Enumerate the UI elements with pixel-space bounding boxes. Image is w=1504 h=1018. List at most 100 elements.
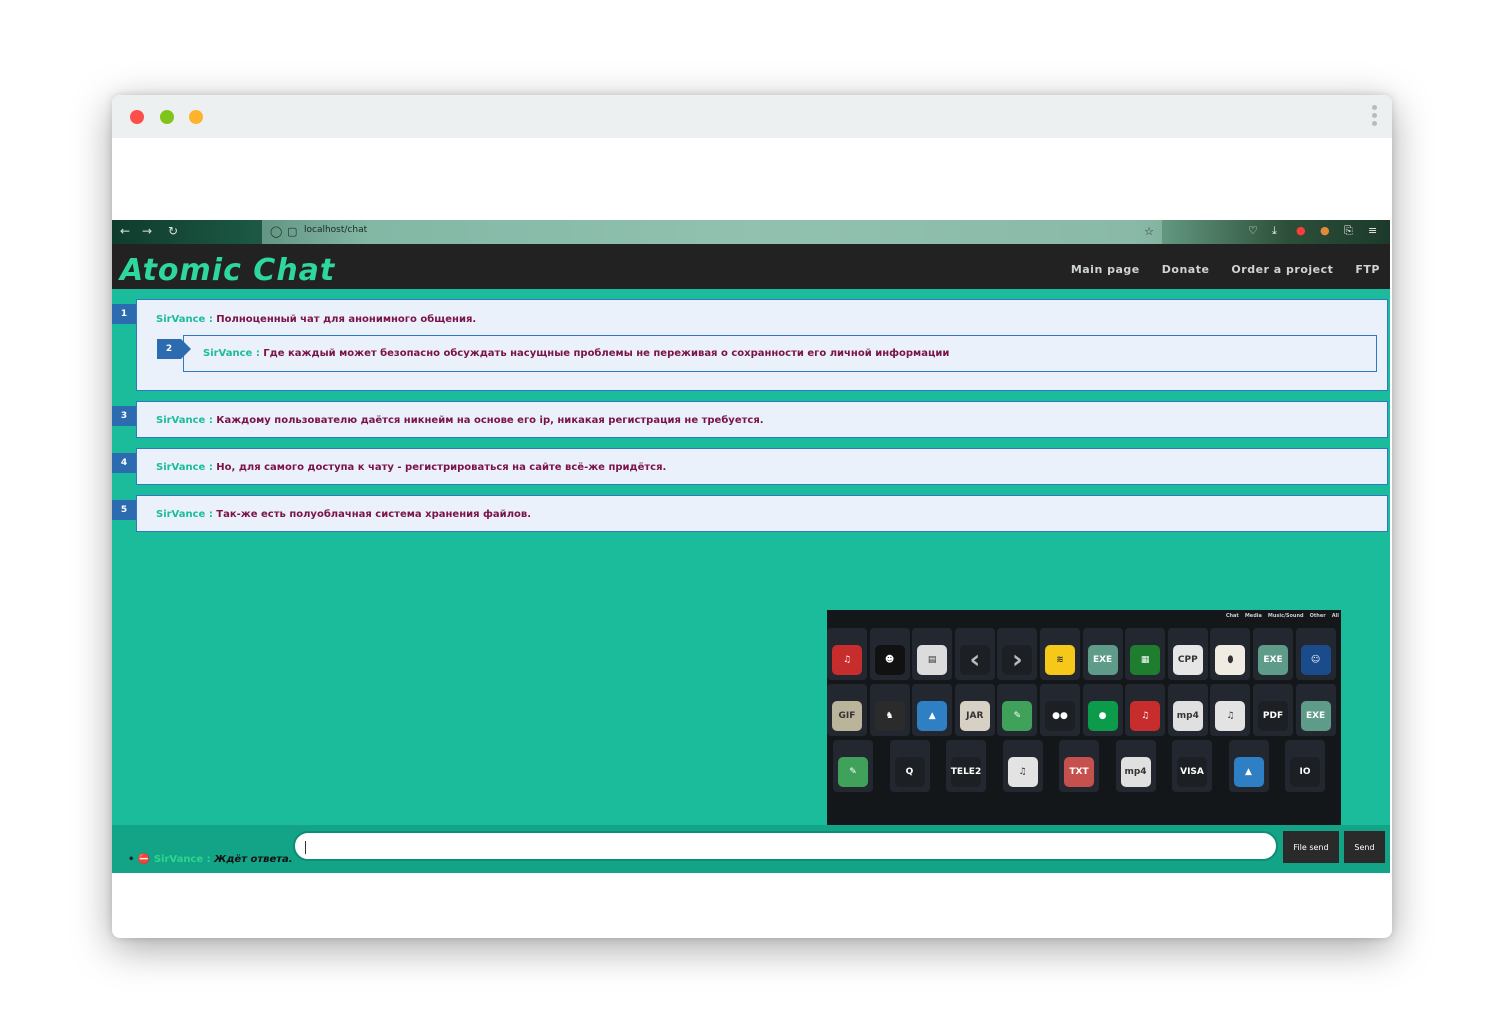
file-tile[interactable]: ⬮ [1210,628,1251,680]
file-tile[interactable]: ▤ [912,628,953,680]
site-logo[interactable]: Atomic Chat [120,253,335,288]
file-tile[interactable]: mp4 [1167,684,1208,736]
file-tab-media[interactable]: Media [1245,613,1262,619]
file-tile[interactable]: ☻ [869,628,910,680]
extensions-icon[interactable]: ⎘ [1344,224,1353,238]
file-type-icon: ✎ [838,757,868,787]
pocket-icon[interactable]: ♡ [1248,224,1258,237]
download-icon[interactable]: ⤓ [1272,224,1277,238]
typing-status: • ⛔ SirVance : Ждёт ответа. [128,854,293,865]
file-tab-all[interactable]: All [1332,613,1339,619]
file-type-icon: VISA [1177,757,1207,787]
file-panel-tabs: Chat Media Music/Sound Other All [1226,613,1339,619]
file-tile[interactable]: ▲ [1228,740,1269,792]
message-number: 4 [112,453,146,473]
nav-order-project[interactable]: Order a project [1231,263,1333,276]
message-nick: SirVance : [156,314,213,325]
file-type-icon: › [1002,645,1033,675]
file-tile[interactable]: TXT [1059,740,1099,792]
message-item[interactable]: SirVance : Полноценный чат для анонимног… [136,299,1388,391]
file-type-icon: mp4 [1172,701,1203,731]
file-tile[interactable]: ♫ [1002,740,1043,792]
file-type-icon: PDF [1258,701,1288,731]
nav-main-page[interactable]: Main page [1071,263,1140,276]
message-text: Но, для самого доступа к чату - регистри… [216,462,667,473]
url-text: localhost/chat [304,225,368,235]
file-tile[interactable]: › [997,628,1038,680]
file-tile[interactable]: ✎ [833,740,873,792]
file-type-icon: ♫ [1215,701,1246,731]
reply-item[interactable]: SirVance : Где каждый может безопасно об… [183,335,1377,372]
reload-icon[interactable]: ↻ [168,224,178,238]
file-tile[interactable]: ♫ [1210,684,1251,736]
file-tile[interactable]: mp4 [1115,740,1156,792]
adblock-icon[interactable]: ● [1296,224,1306,237]
message-input[interactable] [293,831,1278,861]
message-number: 5 [112,500,146,520]
file-tile[interactable]: ♫ [1125,684,1166,736]
file-tile[interactable]: VISA [1172,740,1212,792]
file-tile[interactable]: ▦ [1125,628,1166,680]
message-nick: SirVance : [156,415,213,426]
extension-icon[interactable]: ● [1320,224,1330,237]
file-tile[interactable]: TELE2 [946,740,986,792]
file-tab-chat[interactable]: Chat [1226,613,1239,619]
file-type-icon: EXE [1087,645,1118,675]
file-tile[interactable]: ‹ [954,628,995,680]
file-tile[interactable]: GIF [827,684,867,736]
file-type-icon: ♞ [874,701,905,731]
nav-donate[interactable]: Donate [1162,263,1210,276]
file-type-icon: CPP [1172,645,1203,675]
maximize-icon[interactable] [189,110,203,124]
file-tile[interactable]: ✎ [997,684,1038,736]
file-type-icon: ▦ [1130,645,1161,675]
message-item[interactable]: SirVance : Так-же есть полуоблачная сист… [136,495,1388,532]
file-tile[interactable]: PDF [1253,684,1293,736]
file-tile[interactable]: IO [1285,740,1325,792]
nav-ftp[interactable]: FTP [1355,263,1380,276]
file-type-icon: JAR [959,701,990,731]
send-button[interactable]: Send [1344,831,1385,863]
reply-text: Где каждый может безопасно обсуждать нас… [263,348,950,359]
message-item[interactable]: SirVance : Каждому пользователю даётся н… [136,401,1388,438]
file-tab-other[interactable]: Other [1310,613,1326,619]
message-text: Каждому пользователю даётся никнейм на о… [216,415,764,426]
file-tile[interactable]: Q [889,740,930,792]
file-tile[interactable]: EXE [1295,684,1336,736]
file-tile[interactable]: ♞ [869,684,910,736]
file-type-icon: ▤ [917,645,948,675]
file-type-icon: ≋ [1045,645,1075,675]
reply-nick: SirVance : [203,348,260,359]
file-type-icon: ♫ [832,645,862,675]
minimize-icon[interactable] [160,110,174,124]
file-tile[interactable]: ≋ [1040,628,1080,680]
back-icon[interactable]: ← [120,224,130,238]
file-tile[interactable]: ● [1082,684,1123,736]
file-tile[interactable]: EXE [1253,628,1293,680]
compose-bar: • ⛔ SirVance : Ждёт ответа. File send Se… [112,825,1390,873]
file-tile[interactable]: EXE [1082,628,1123,680]
site-nav: Main page Donate Order a project FTP [1071,263,1380,276]
file-type-icon: Q [894,757,925,787]
menu-icon[interactable]: ≡ [1368,224,1377,237]
file-tile[interactable]: JAR [954,684,995,736]
file-type-icon: ‹ [959,645,990,675]
message-number: 3 [112,406,146,426]
bookmark-star-icon[interactable]: ☆ [1144,225,1154,238]
kebab-menu-icon[interactable] [1372,105,1378,129]
file-type-icon: EXE [1258,645,1288,675]
close-icon[interactable] [130,110,144,124]
file-tile[interactable]: ●● [1040,684,1080,736]
file-tab-music[interactable]: Music/Sound [1268,613,1304,619]
file-type-icon: ☻ [874,645,905,675]
file-type-icon: ♫ [1007,757,1038,787]
file-tile[interactable]: ♫ [827,628,867,680]
address-bar[interactable]: ◯ ▢ localhost/chat ☆ [262,220,1162,244]
file-send-button[interactable]: File send [1283,831,1339,863]
message-text: Так-же есть полуоблачная система хранени… [216,509,532,520]
file-tile[interactable]: ▲ [912,684,953,736]
message-item[interactable]: SirVance : Но, для самого доступа к чату… [136,448,1388,485]
file-tile[interactable]: CPP [1167,628,1208,680]
forward-icon[interactable]: → [142,224,152,238]
file-tile[interactable]: ☺ [1295,628,1336,680]
